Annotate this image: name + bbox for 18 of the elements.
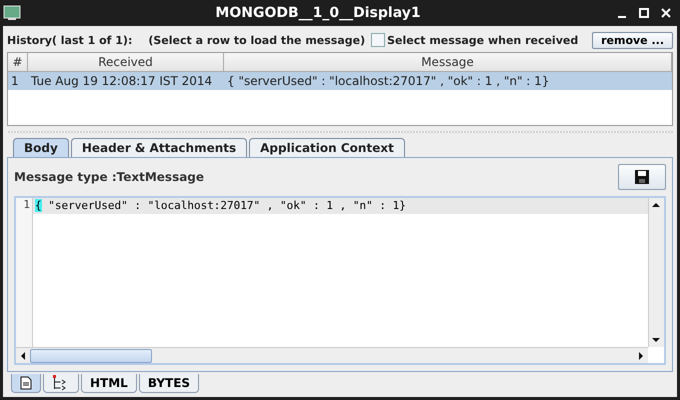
tab[interactable]: Application Context	[249, 138, 405, 157]
hint-text: (Select a row to load the message)	[148, 34, 366, 46]
history-label: History( last 1 of 1):	[7, 34, 132, 46]
line-number: 1	[22, 198, 31, 213]
remove-button[interactable]: remove ...	[592, 32, 673, 48]
column-header[interactable]: Message	[224, 53, 672, 72]
column-header[interactable]: Received	[28, 53, 224, 72]
table-cell[interactable]: 1	[8, 72, 28, 90]
tab[interactable]: Header & Attachments	[70, 138, 248, 157]
table-cell[interactable]: { "serverUsed" : "localhost:27017" , "ok" : 1 , "n" : 1}	[224, 72, 672, 90]
window-title: MONGODB__1_0__Display1	[214, 5, 422, 21]
view-tab[interactable]: HTML	[81, 374, 137, 393]
table-cell[interactable]: Tue Aug 19 12:08:17 IST 2014	[28, 72, 224, 90]
checkbox-label: Select message when received	[387, 34, 578, 46]
column-header[interactable]: #	[8, 53, 28, 72]
tab[interactable]: Body	[13, 138, 69, 157]
view-tab[interactable]: BYTES	[138, 374, 200, 393]
message-type-label: Message type :TextMessage	[14, 170, 204, 184]
